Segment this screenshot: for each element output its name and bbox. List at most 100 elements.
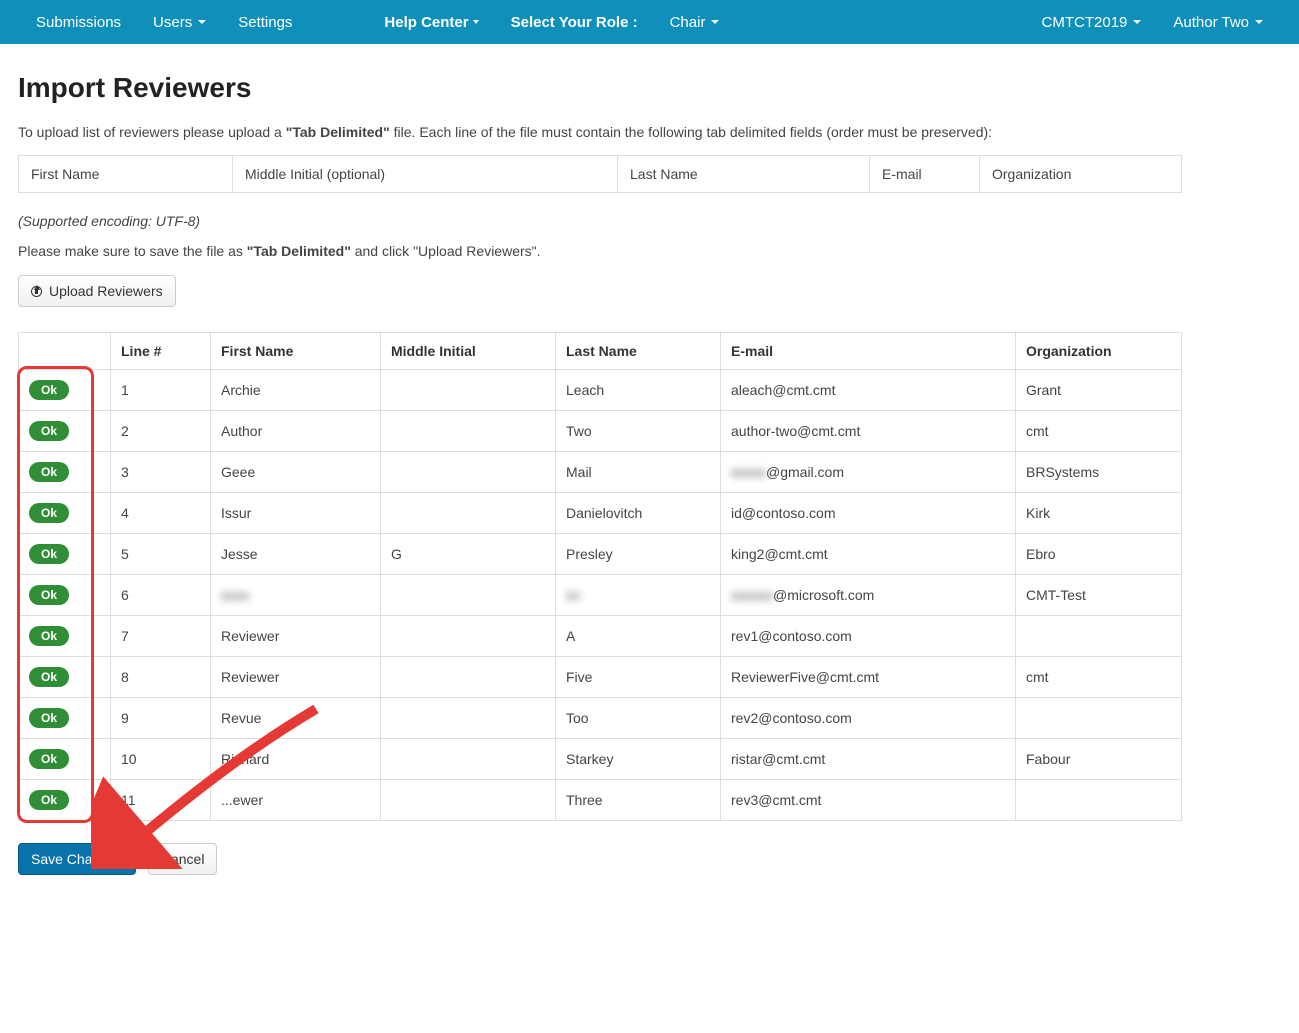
nav-settings[interactable]: Settings [222, 2, 308, 43]
encoding-note: (Supported encoding: UTF-8) [18, 213, 1182, 229]
first-name-cell: ...ewer [211, 780, 381, 821]
table-row: Ok4IssurDanielovitchid@contoso.comKirk [19, 493, 1182, 534]
last-name-cell: A [556, 616, 721, 657]
th-middle-initial: Middle Initial [381, 333, 556, 370]
nav-submissions[interactable]: Submissions [20, 2, 137, 43]
email-cell: author-two@cmt.cmt [721, 411, 1016, 452]
chevron-down-icon [1255, 20, 1263, 24]
th-line: Line # [111, 333, 211, 370]
middle-initial-cell [381, 452, 556, 493]
first-name-cell: Reviewer [211, 657, 381, 698]
nav-users[interactable]: Users [137, 2, 222, 43]
reviewers-table-wrap: Line # First Name Middle Initial Last Na… [18, 332, 1182, 821]
email-cell: ristar@cmt.cmt [721, 739, 1016, 780]
status-cell: Ok [19, 493, 111, 534]
organization-cell [1016, 780, 1182, 821]
th-last-name: Last Name [556, 333, 721, 370]
organization-cell [1016, 698, 1182, 739]
first-name-cell: Author [211, 411, 381, 452]
cancel-button[interactable]: Cancel [148, 843, 218, 875]
status-cell: Ok [19, 370, 111, 411]
organization-cell: BRSystems [1016, 452, 1182, 493]
field-first-name: First Name [19, 156, 233, 192]
last-name-cell: Three [556, 780, 721, 821]
ok-badge: Ok [29, 380, 69, 400]
middle-initial-cell [381, 657, 556, 698]
email-cell: rev3@cmt.cmt [721, 780, 1016, 821]
email-cell: ReviewerFive@cmt.cmt [721, 657, 1016, 698]
status-cell: Ok [19, 534, 111, 575]
middle-initial-cell [381, 493, 556, 534]
field-middle-initial: Middle Initial (optional) [233, 156, 618, 192]
last-name-cell: Two [556, 411, 721, 452]
save-changes-button[interactable]: Save Changes [18, 843, 136, 875]
status-cell: Ok [19, 780, 111, 821]
field-last-name: Last Name [618, 156, 870, 192]
reviewers-table: Line # First Name Middle Initial Last Na… [18, 332, 1182, 821]
line-cell: 11 [111, 780, 211, 821]
th-status [19, 333, 111, 370]
table-row: Ok7ReviewerArev1@contoso.com [19, 616, 1182, 657]
email-cell: king2@cmt.cmt [721, 534, 1016, 575]
last-name-cell: Starkey [556, 739, 721, 780]
first-name-cell: Archie [211, 370, 381, 411]
table-row: Ok2AuthorTwoauthor-two@cmt.cmtcmt [19, 411, 1182, 452]
ok-badge: Ok [29, 544, 69, 564]
first-name-cell: Issur [211, 493, 381, 534]
table-row: Ok 8Reviewer FiveReviewerFive@cmt.cmtcmt [19, 657, 1182, 698]
email-cell: xxxxxx@microsoft.com [721, 575, 1016, 616]
nav-role-label: Select Your Role : [495, 2, 654, 43]
line-cell: 4 [111, 493, 211, 534]
upload-reviewers-button[interactable]: Upload Reviewers [18, 275, 176, 307]
table-row: Ok5JesseGPresleyking2@cmt.cmtEbro [19, 534, 1182, 575]
action-row: Save Changes Cancel [18, 843, 1182, 875]
nav-help-center[interactable]: Help Center [368, 2, 494, 43]
last-name-cell: Too [556, 698, 721, 739]
line-cell: 8 [111, 657, 211, 698]
organization-cell: Ebro [1016, 534, 1182, 575]
organization-cell: cmt [1016, 657, 1182, 698]
line-cell: 2 [111, 411, 211, 452]
first-name-cell: xxxx [211, 575, 381, 616]
last-name-cell: Leach [556, 370, 721, 411]
table-row: Ok6xxxxxxxxxxxx@microsoft.comCMT-Test [19, 575, 1182, 616]
status-cell: Ok [19, 616, 111, 657]
email-cell: rev1@contoso.com [721, 616, 1016, 657]
organization-cell [1016, 616, 1182, 657]
organization-cell: CMT-Test [1016, 575, 1182, 616]
table-row: Ok9RevueToorev2@contoso.com [19, 698, 1182, 739]
fields-row: First Name Middle Initial (optional) Las… [18, 155, 1182, 193]
upload-icon [31, 285, 43, 297]
nav-role-select[interactable]: Chair [654, 2, 736, 43]
chevron-down-icon [473, 20, 479, 24]
status-cell: Ok [19, 452, 111, 493]
last-name-cell: Presley [556, 534, 721, 575]
ok-badge: Ok [29, 462, 69, 482]
organization-cell: Kirk [1016, 493, 1182, 534]
ok-badge: Ok [29, 749, 69, 769]
middle-initial-cell [381, 780, 556, 821]
last-name-cell: Danielovitch [556, 493, 721, 534]
table-row: Ok1ArchieLeachaleach@cmt.cmtGrant [19, 370, 1182, 411]
ok-badge: Ok [29, 667, 69, 687]
nav-user-menu[interactable]: Author Two [1157, 2, 1279, 43]
table-row: Ok10RichardStarkeyristar@cmt.cmtFabour [19, 739, 1182, 780]
line-cell: 3 [111, 452, 211, 493]
chevron-down-icon [711, 20, 719, 24]
organization-cell: Fabour [1016, 739, 1182, 780]
line-cell: 5 [111, 534, 211, 575]
upload-description: To upload list of reviewers please uploa… [18, 122, 1182, 143]
table-row: Ok 11...ewer Threerev3@cmt.cmt [19, 780, 1182, 821]
middle-initial-cell [381, 739, 556, 780]
line-cell: 10 [111, 739, 211, 780]
organization-cell: cmt [1016, 411, 1182, 452]
middle-initial-cell [381, 616, 556, 657]
chevron-down-icon [198, 20, 206, 24]
th-organization: Organization [1016, 333, 1182, 370]
last-name-cell: Five [556, 657, 721, 698]
nav-conference[interactable]: CMTCT2019 [1026, 2, 1158, 43]
status-cell: Ok [19, 657, 111, 698]
save-note: Please make sure to save the file as "Ta… [18, 243, 1182, 259]
last-name-cell: Mail [556, 452, 721, 493]
ok-badge: Ok [29, 790, 69, 810]
